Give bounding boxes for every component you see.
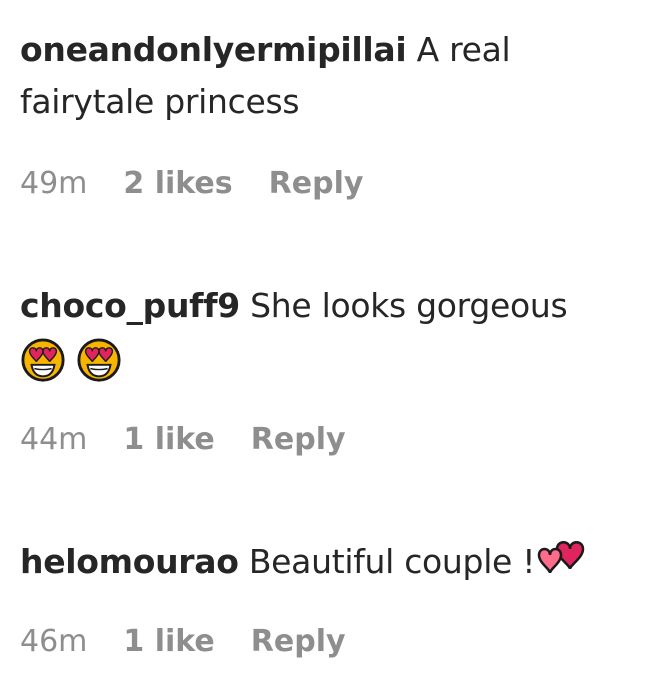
comment-timestamp[interactable]: 46m [20, 624, 87, 659]
emoji-row [20, 334, 630, 386]
comment-text-block: choco_puff9 She looks gorgeous [20, 280, 630, 332]
comment-body: She looks gorgeous [239, 286, 568, 325]
reply-button[interactable]: Reply [251, 624, 346, 659]
comment-item: helomourao Beautiful couple ! [20, 536, 630, 588]
comment-item: oneandonlyermipillai A real fairytale pr… [20, 24, 630, 128]
reply-button[interactable]: Reply [251, 422, 346, 457]
comment-timestamp[interactable]: 49m [20, 166, 87, 201]
comment-text-block: oneandonlyermipillai A real fairytale pr… [20, 24, 630, 128]
comment-username[interactable]: oneandonlyermipillai [20, 30, 407, 69]
comment-meta: 46m 1 like Reply [20, 624, 346, 659]
comment-likes[interactable]: 2 likes [123, 166, 232, 201]
comment-meta: 44m 1 like Reply [20, 422, 346, 457]
heart-eyes-emoji-icon [20, 337, 66, 383]
comment-meta: 49m 2 likes Reply [20, 166, 363, 201]
comment-text-block: helomourao Beautiful couple ! [20, 536, 630, 588]
comment-item: choco_puff9 She looks gorgeous [20, 280, 630, 386]
comment-username[interactable]: helomourao [20, 542, 239, 581]
comment-likes[interactable]: 1 like [123, 422, 214, 457]
two-hearts-emoji-icon [535, 537, 585, 577]
comment-timestamp[interactable]: 44m [20, 422, 87, 457]
comment-username[interactable]: choco_puff9 [20, 286, 240, 325]
reply-button[interactable]: Reply [269, 166, 364, 201]
heart-eyes-emoji-icon [76, 337, 122, 383]
comment-likes[interactable]: 1 like [123, 624, 214, 659]
comment-body: Beautiful couple ! [238, 542, 536, 581]
